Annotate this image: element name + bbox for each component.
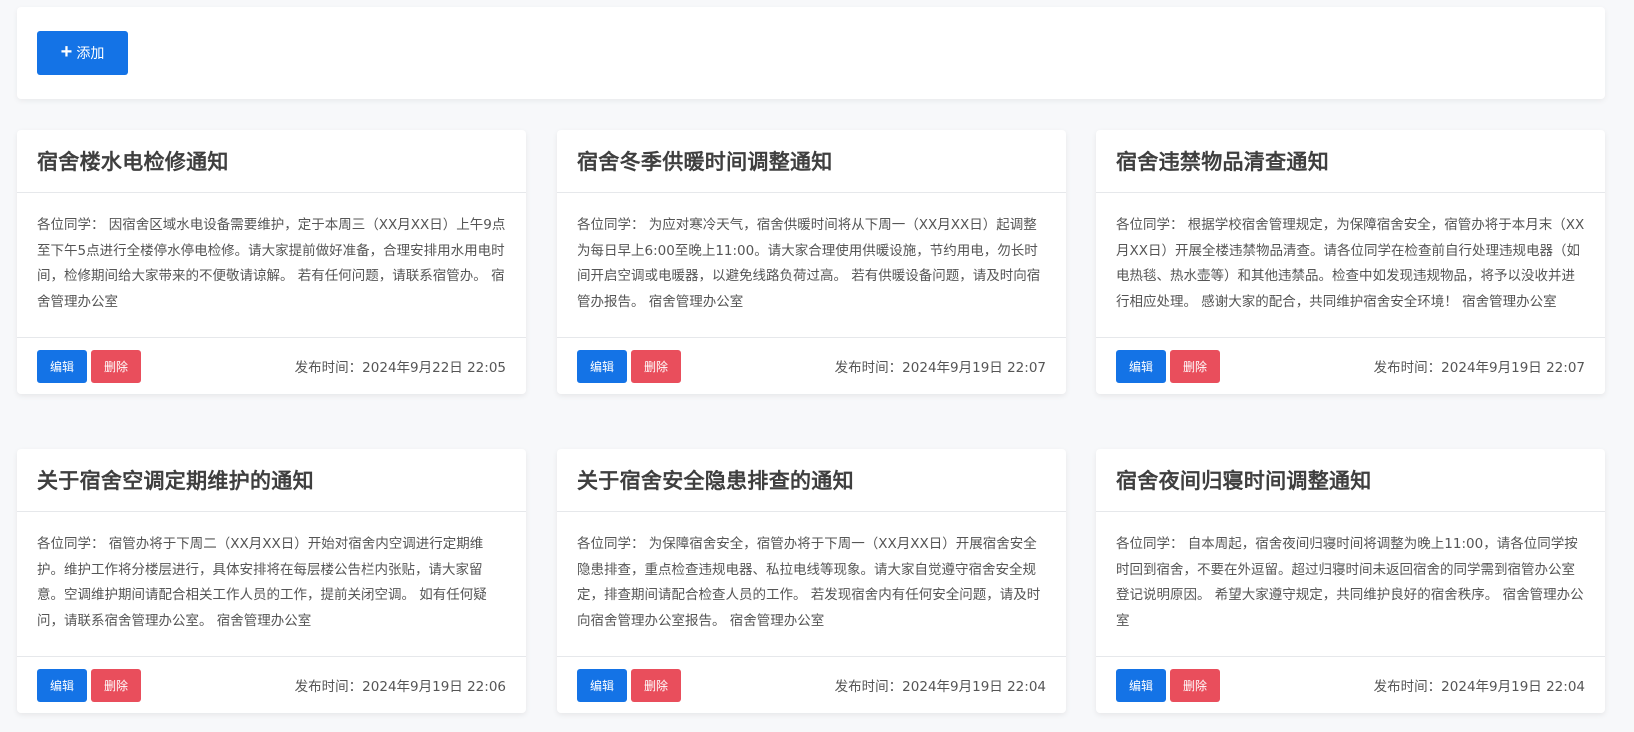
notice-card: 宿舍违禁物品清查通知 各位同学： 根据学校宿舍管理规定，为保障宿舍安全，宿管办将… (1096, 130, 1605, 394)
plus-icon: + (60, 41, 73, 63)
publish-time: 发布时间：2024年9月19日 22:04 (834, 679, 1046, 695)
notice-card: 宿舍夜间归寝时间调整通知 各位同学： 自本周起，宿舍夜间归寝时间将调整为晚上11… (1096, 449, 1605, 713)
notice-content: 各位同学： 因宿舍区域水电设备需要维护，定于本周三（XX月XX日）上午9点至下午… (37, 217, 506, 310)
edit-button[interactable]: 编辑 (37, 349, 87, 383)
edit-button[interactable]: 编辑 (1116, 349, 1166, 383)
notice-card: 宿舍冬季供暖时间调整通知 各位同学： 为应对寒冷天气，宿舍供暖时间将从下周一（X… (557, 130, 1066, 394)
notice-content: 各位同学： 为保障宿舍安全，宿管办将于下周一（XX月XX日）开展宿舍安全隐患排查… (577, 536, 1041, 629)
edit-button[interactable]: 编辑 (577, 668, 627, 702)
delete-button[interactable]: 删除 (631, 349, 681, 383)
publish-time: 发布时间：2024年9月19日 22:04 (1373, 679, 1585, 695)
edit-button[interactable]: 编辑 (577, 349, 627, 383)
notice-title: 宿舍夜间归寝时间调整通知 (1116, 469, 1372, 493)
delete-button[interactable]: 删除 (91, 349, 141, 383)
notice-title: 关于宿舍安全隐患排查的通知 (577, 469, 854, 493)
notice-card: 宿舍楼水电检修通知 各位同学： 因宿舍区域水电设备需要维护，定于本周三（XX月X… (17, 130, 526, 394)
notice-title: 宿舍冬季供暖时间调整通知 (577, 150, 833, 174)
notice-content: 各位同学： 为应对寒冷天气，宿舍供暖时间将从下周一（XX月XX日）起调整为每日早… (577, 217, 1041, 310)
edit-button[interactable]: 编辑 (1116, 668, 1166, 702)
add-button[interactable]: + 添加 (37, 31, 128, 75)
publish-time: 发布时间：2024年9月19日 22:07 (834, 360, 1046, 376)
publish-time: 发布时间：2024年9月19日 22:06 (294, 679, 506, 695)
notice-content: 各位同学： 宿管办将于下周二（XX月XX日）开始对宿舍内空调进行定期维护。维护工… (37, 536, 487, 629)
add-button-label: 添加 (76, 45, 105, 61)
delete-button[interactable]: 删除 (631, 668, 681, 702)
notice-card: 关于宿舍安全隐患排查的通知 各位同学： 为保障宿舍安全，宿管办将于下周一（XX月… (557, 449, 1066, 713)
toolbar: + 添加 (17, 7, 1605, 99)
notice-content: 各位同学： 自本周起，宿舍夜间归寝时间将调整为晚上11:00，请各位同学按时回到… (1116, 536, 1584, 629)
edit-button[interactable]: 编辑 (37, 668, 87, 702)
notice-card: 关于宿舍空调定期维护的通知 各位同学： 宿管办将于下周二（XX月XX日）开始对宿… (17, 449, 526, 713)
notice-title: 宿舍楼水电检修通知 (37, 150, 229, 174)
publish-time: 发布时间：2024年9月19日 22:07 (1373, 360, 1585, 376)
notice-content: 各位同学： 根据学校宿舍管理规定，为保障宿舍安全，宿管办将于本月末（XX月XX日… (1116, 217, 1585, 310)
delete-button[interactable]: 删除 (91, 668, 141, 702)
notice-title: 宿舍违禁物品清查通知 (1116, 150, 1329, 174)
publish-time: 发布时间：2024年9月22日 22:05 (294, 360, 506, 376)
notice-title: 关于宿舍空调定期维护的通知 (37, 469, 314, 493)
delete-button[interactable]: 删除 (1170, 668, 1220, 702)
delete-button[interactable]: 删除 (1170, 349, 1220, 383)
